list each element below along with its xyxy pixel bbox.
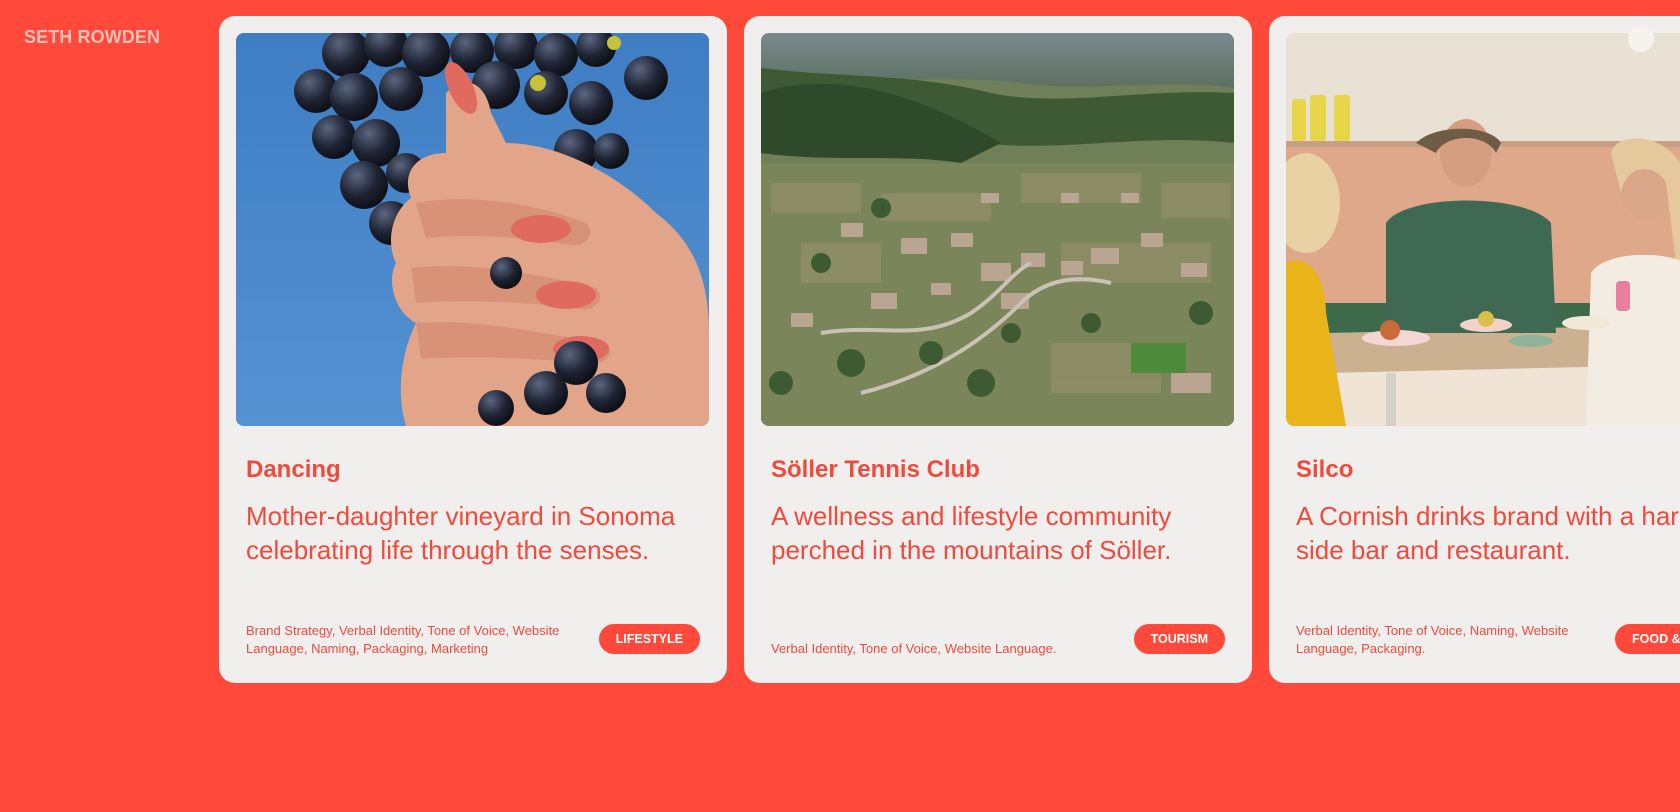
category-badge-tourism[interactable]: TOURISM bbox=[1133, 624, 1225, 654]
project-image-grapes bbox=[236, 33, 709, 426]
project-image-dining bbox=[1286, 33, 1680, 426]
project-description: A Cornish drinks brand with a harbour-si… bbox=[1296, 501, 1680, 565]
project-services: Brand Strategy, Verbal Identity, Tone of… bbox=[246, 623, 560, 656]
project-image-aerial-town bbox=[761, 33, 1234, 426]
project-card-dancing[interactable]: Dancing Mother-daughter vineyard in Sono… bbox=[219, 16, 727, 683]
project-description: A wellness and lifestyle community perch… bbox=[771, 501, 1172, 565]
page: SETH ROWDEN Dancing Mother-daughter vine… bbox=[0, 0, 1680, 812]
project-title: Dancing bbox=[246, 456, 341, 483]
site-logo[interactable]: SETH ROWDEN bbox=[24, 27, 160, 48]
project-title: Silco bbox=[1296, 456, 1354, 483]
category-badge-lifestyle[interactable]: LIFESTYLE bbox=[598, 624, 700, 654]
category-badge-food[interactable]: FOOD & bbox=[1615, 624, 1680, 654]
project-card-silco[interactable]: Silco A Cornish drinks brand with a harb… bbox=[1269, 16, 1680, 683]
project-services: Verbal Identity, Tone of Voice, Naming, … bbox=[1296, 623, 1569, 656]
project-title: Söller Tennis Club bbox=[771, 456, 980, 483]
project-services: Verbal Identity, Tone of Voice, Website … bbox=[771, 641, 1057, 656]
project-card-soller-tennis-club[interactable]: Söller Tennis Club A wellness and lifest… bbox=[744, 16, 1252, 683]
cursor-dot bbox=[1628, 26, 1654, 52]
project-description: Mother-daughter vineyard in Sonoma celeb… bbox=[246, 501, 676, 565]
